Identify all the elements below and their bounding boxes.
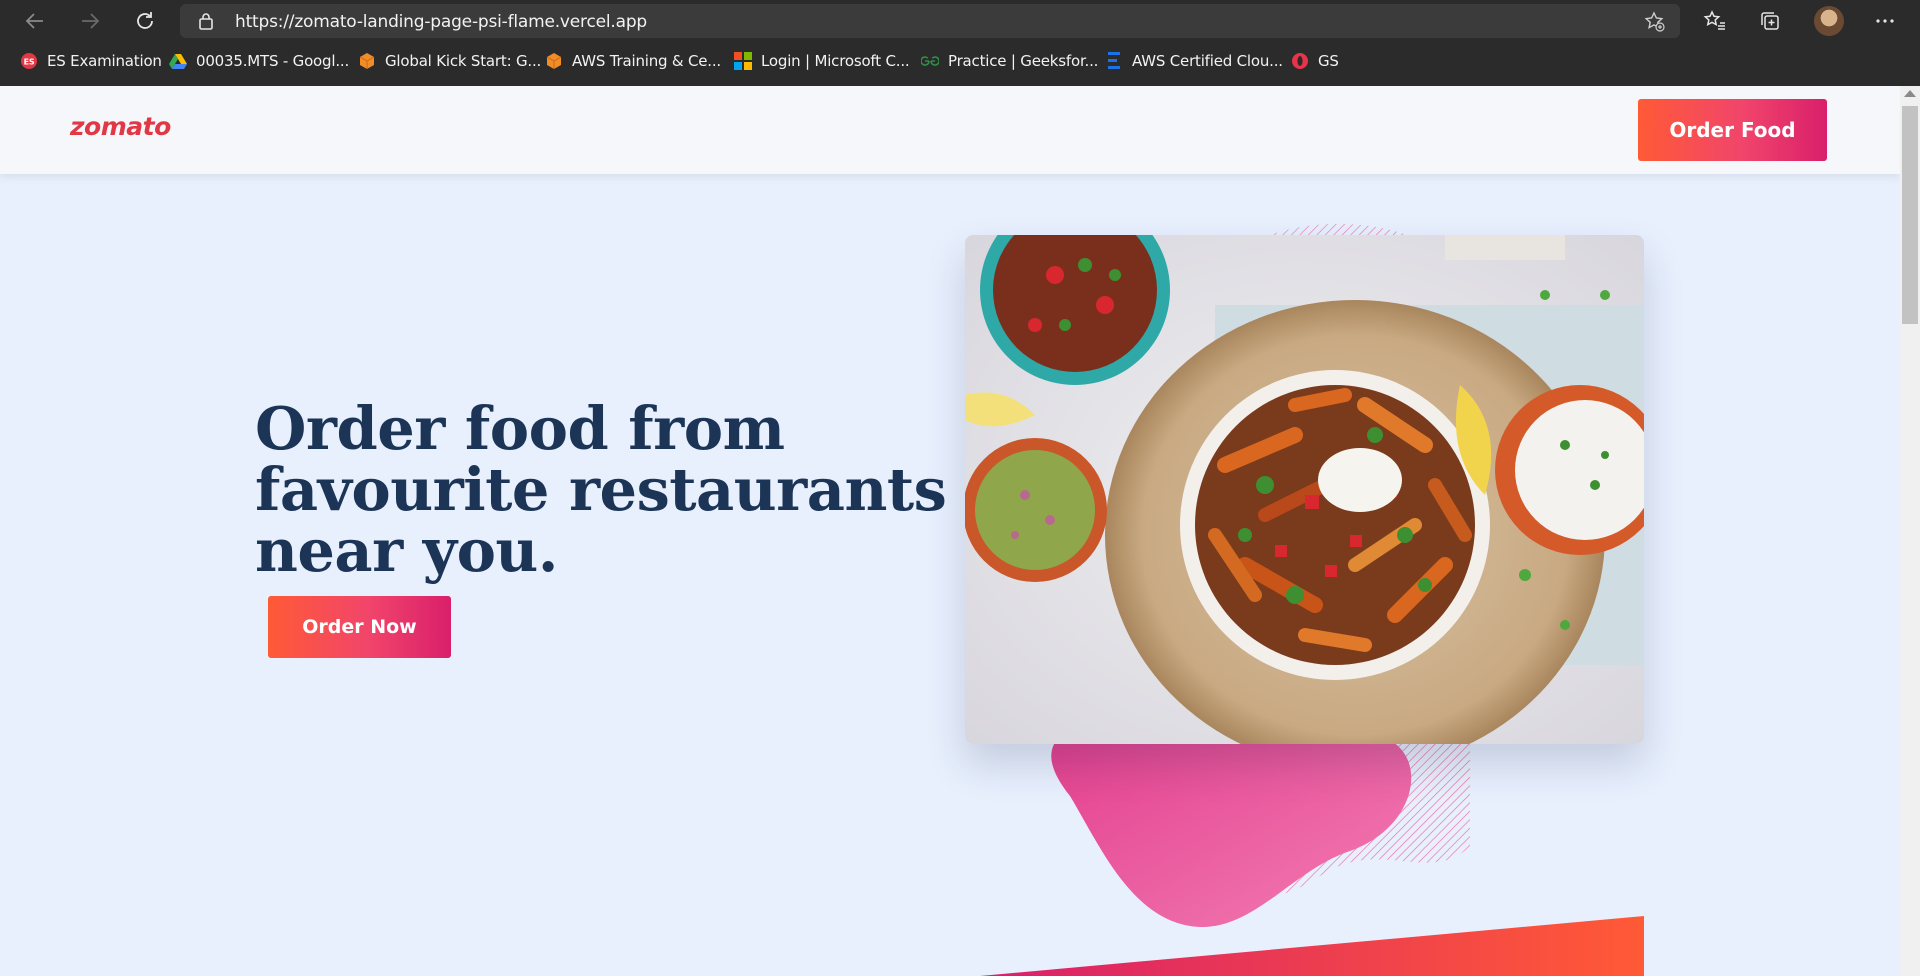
- scrollbar-thumb[interactable]: [1902, 106, 1918, 324]
- microsoft-icon: [734, 52, 752, 70]
- bookmark-label: Login | Microsoft C...: [761, 52, 910, 70]
- refresh-icon[interactable]: [131, 7, 159, 35]
- scroll-up-arrow-icon[interactable]: [1904, 90, 1916, 97]
- url-text[interactable]: https://zomato-landing-page-psi-flame.ve…: [235, 12, 647, 32]
- bookmark-label: Global Kick Start: G...: [385, 52, 542, 70]
- forward-arrow-icon[interactable]: [76, 7, 104, 35]
- svg-text:ES: ES: [24, 58, 35, 67]
- add-favorite-icon[interactable]: [1644, 11, 1666, 38]
- favorites-icon[interactable]: [1702, 8, 1728, 34]
- aws-cube-icon: [545, 52, 563, 70]
- es-exam-icon: ES: [20, 52, 38, 70]
- browser-chrome: https://zomato-landing-page-psi-flame.ve…: [0, 0, 1920, 86]
- bookmark-label: 00035.MTS - Googl...: [196, 52, 350, 70]
- order-food-button[interactable]: Order Food: [1638, 99, 1827, 161]
- bookmark-es-examination[interactable]: ES ES Examination: [20, 52, 162, 70]
- collections-icon[interactable]: [1757, 8, 1783, 34]
- order-now-button[interactable]: Order Now: [268, 596, 451, 658]
- google-drive-icon: [169, 52, 187, 70]
- bookmark-gs[interactable]: GS: [1291, 52, 1339, 70]
- decorative-wedge: [980, 916, 1644, 976]
- landing-page: zomato Order Food Order food from favour…: [0, 86, 1900, 976]
- bookmark-label: Practice | Geeksfor...: [948, 52, 1099, 70]
- more-options-icon[interactable]: [1872, 8, 1898, 34]
- lock-icon[interactable]: [198, 12, 214, 35]
- hero-headline: Order food from favourite restaurants ne…: [255, 394, 947, 585]
- address-bar[interactable]: https://zomato-landing-page-psi-flame.ve…: [180, 4, 1680, 38]
- bookmark-label: GS: [1318, 52, 1339, 70]
- profile-avatar[interactable]: [1814, 6, 1844, 36]
- bookmark-label: ES Examination: [47, 52, 162, 70]
- zomato-logo[interactable]: zomato: [70, 112, 171, 141]
- stacked-bars-icon: [1105, 52, 1123, 70]
- bookmark-microsoft-login[interactable]: Login | Microsoft C...: [734, 52, 910, 70]
- back-arrow-icon[interactable]: [21, 7, 49, 35]
- bookmark-aws-training[interactable]: AWS Training & Ce...: [545, 52, 721, 70]
- food-image: [965, 235, 1644, 744]
- bookmark-aws-certified[interactable]: AWS Certified Clou...: [1105, 52, 1283, 70]
- bookmark-label: AWS Training & Ce...: [572, 52, 721, 70]
- bookmark-label: AWS Certified Clou...: [1132, 52, 1283, 70]
- aws-cube-icon: [358, 52, 376, 70]
- bookmark-global-kick-start[interactable]: Global Kick Start: G...: [358, 52, 541, 70]
- bookmarks-bar: ES ES Examination 00035.MTS - Googl... G…: [0, 44, 1920, 82]
- bookmark-google-drive[interactable]: 00035.MTS - Googl...: [169, 52, 349, 70]
- browser-toolbar: https://zomato-landing-page-psi-flame.ve…: [0, 0, 1920, 42]
- geeksforgeeks-icon: [921, 52, 939, 70]
- site-header: zomato Order Food: [0, 86, 1900, 174]
- bookmark-geeksforgeeks[interactable]: Practice | Geeksfor...: [921, 52, 1098, 70]
- opera-icon: [1291, 52, 1309, 70]
